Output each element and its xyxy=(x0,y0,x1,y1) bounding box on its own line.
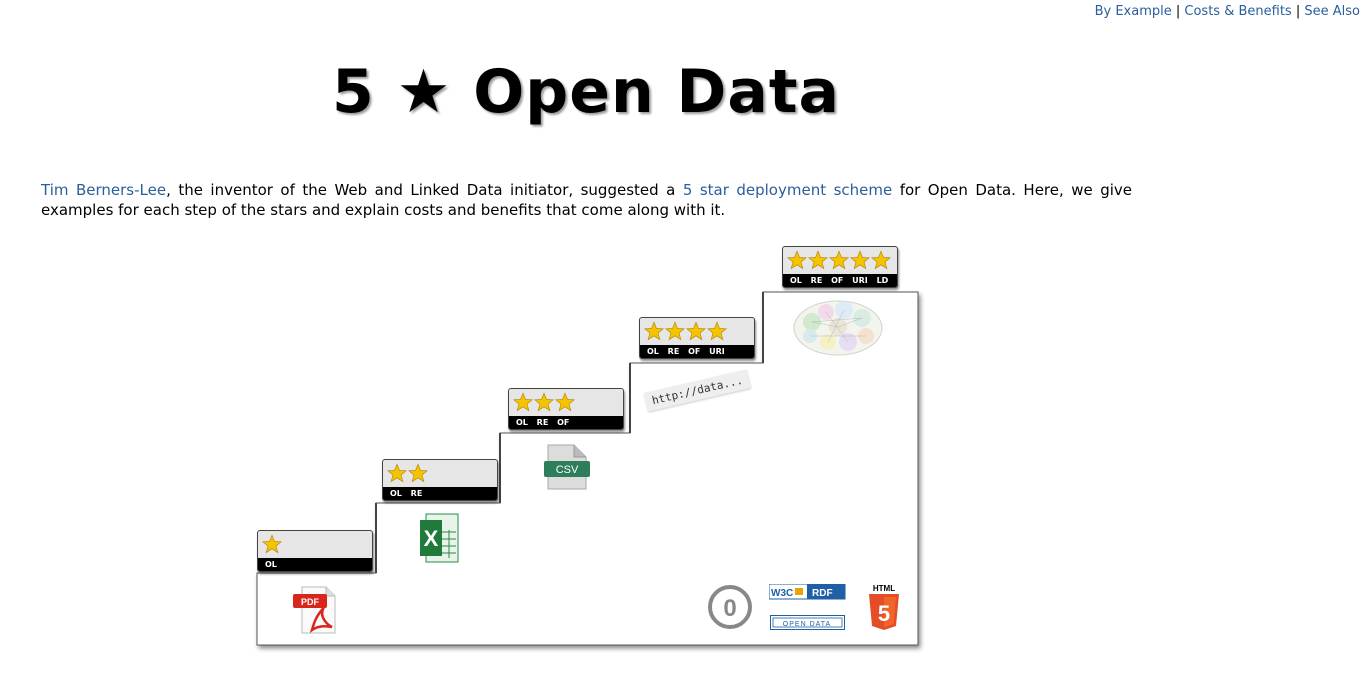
five-star-staircase: OL OL RE OL RE OF OL RE OF URI OL RE OF … xyxy=(0,0,1369,683)
star-icon xyxy=(664,321,686,341)
badge-stars xyxy=(643,321,728,343)
star-icon xyxy=(786,250,808,270)
star-icon xyxy=(261,534,283,554)
badge-labels: OL RE xyxy=(383,487,497,500)
svg-text:0: 0 xyxy=(723,595,736,622)
csv-file-icon: CSV xyxy=(544,444,590,490)
svg-text:HTML: HTML xyxy=(873,584,895,593)
svg-text:PDF: PDF xyxy=(301,597,320,607)
svg-text:X: X xyxy=(424,526,439,551)
svg-text:W3C: W3C xyxy=(771,588,793,599)
badge-labels: OL RE OF URI LD xyxy=(783,274,897,287)
star-icon xyxy=(386,463,408,483)
star-icon xyxy=(828,250,850,270)
svg-text:RDF: RDF xyxy=(812,588,833,599)
badge-labels: OL RE OF xyxy=(509,416,623,429)
badge-stars xyxy=(386,463,429,485)
w3c-rdf-icon: W3C RDF xyxy=(769,584,846,600)
five-star-badge: OL RE OF URI LD xyxy=(782,246,898,288)
linked-data-cloud-icon xyxy=(793,300,883,356)
svg-text:5: 5 xyxy=(878,601,890,626)
pdf-file-icon: PDF xyxy=(293,586,336,634)
two-star-badge: OL RE xyxy=(382,459,498,501)
three-star-badge: OL RE OF xyxy=(508,388,624,430)
star-icon xyxy=(407,463,429,483)
star-icon xyxy=(870,250,892,270)
star-icon xyxy=(849,250,871,270)
badge-labels: OL xyxy=(258,558,372,571)
badge-stars xyxy=(512,392,576,414)
svg-text:OPEN DATA: OPEN DATA xyxy=(783,621,831,628)
star-icon xyxy=(706,321,728,341)
star-icon xyxy=(643,321,665,341)
svg-text:CSV: CSV xyxy=(556,464,579,476)
open-data-icon: OPEN DATA xyxy=(770,615,845,630)
star-icon xyxy=(685,321,707,341)
star-icon xyxy=(807,250,829,270)
badge-stars xyxy=(261,534,283,556)
cc-zero-icon: 0 xyxy=(708,585,752,629)
badge-labels: OL RE OF URI xyxy=(640,345,754,358)
one-star-badge: OL xyxy=(257,530,373,572)
html5-icon: HTML 5 xyxy=(869,584,899,630)
badge-stars xyxy=(786,250,892,272)
excel-file-icon: X xyxy=(420,513,459,563)
star-icon xyxy=(554,392,576,412)
star-icon xyxy=(512,392,534,412)
star-icon xyxy=(533,392,555,412)
four-star-badge: OL RE OF URI xyxy=(639,317,755,359)
